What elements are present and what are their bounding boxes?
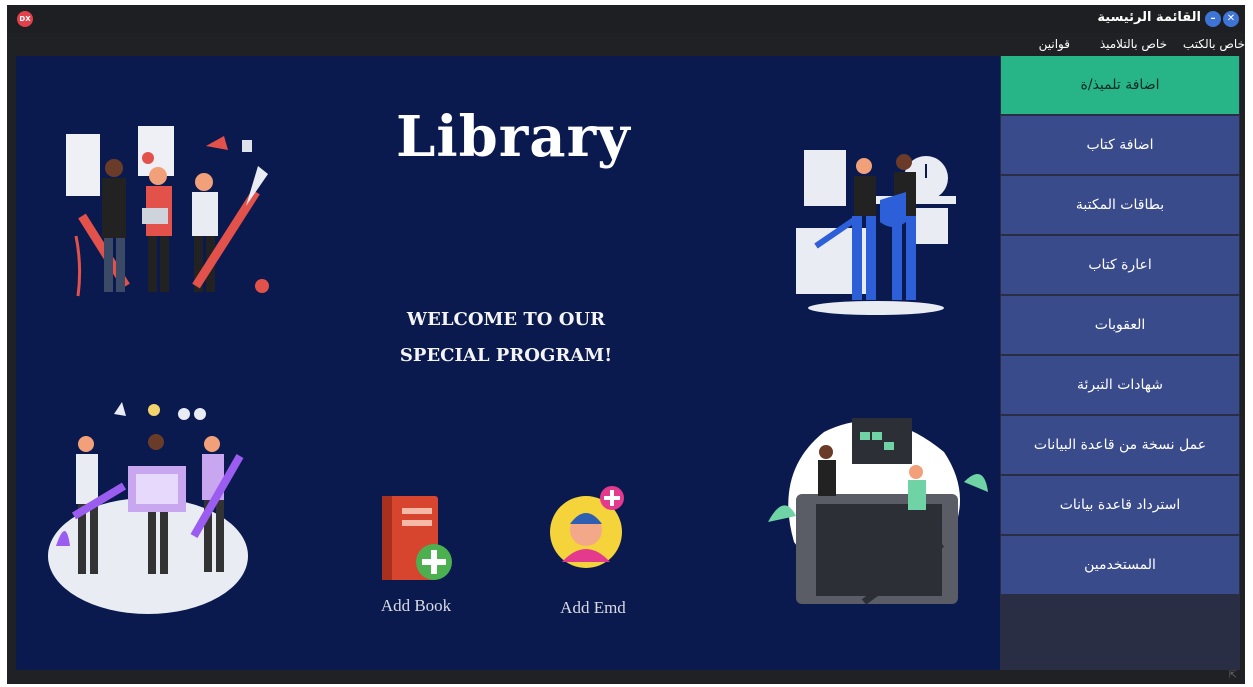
close-button[interactable]: ✕ (1223, 11, 1239, 27)
menu-rules[interactable]: قوانين (1039, 37, 1070, 51)
add-book-icon[interactable] (376, 494, 460, 586)
nav-restore-database[interactable]: استرداد قاعدة بيانات (1001, 476, 1239, 534)
add-book-label[interactable]: Add Book (361, 596, 471, 616)
librarians-illustration (796, 150, 956, 315)
nav-backup-database[interactable]: عمل نسخة من قاعدة البيانات (1001, 416, 1239, 474)
resize-grip-icon[interactable]: ⇱ (1229, 670, 1237, 681)
menu-students[interactable]: خاص بالتلاميذ (1100, 37, 1167, 51)
add-student-icon[interactable] (548, 484, 632, 572)
menu-bar: خاص بالكتب خاص بالتلاميذ قوانين (7, 33, 1245, 55)
nav-library-cards[interactable]: بطاقات المكتبة (1001, 176, 1239, 234)
app-badge-icon[interactable]: DX (17, 11, 33, 27)
nav-users[interactable]: المستخدمين (1001, 536, 1239, 594)
nav-penalties[interactable]: العقوبات (1001, 296, 1239, 354)
welcome-line-1: WELCOME TO OUR (406, 309, 606, 330)
app-title: Library (396, 104, 631, 170)
team-illustration (66, 126, 269, 297)
menu-books[interactable]: خاص بالكتب (1183, 37, 1245, 51)
main-window: DX – ✕ القائمة الرئيسية خاص بالكتب خاص ب… (7, 5, 1245, 684)
welcome-text: WELCOME TO OUR SPECIAL PROGRAM! (376, 302, 636, 374)
main-panel: Library WELCOME TO OUR SPECIAL PROGRAM! (16, 56, 1000, 670)
add-emd-label[interactable]: Add Emd (538, 598, 648, 618)
creative-team-illustration (48, 402, 248, 614)
window-title: القائمة الرئيسية (1097, 10, 1201, 25)
welcome-line-2: SPECIAL PROGRAM! (399, 345, 613, 366)
minimize-button[interactable]: – (1205, 11, 1221, 27)
digital-art-illustration (768, 418, 988, 605)
nav-lend-book[interactable]: اعارة كتاب (1001, 236, 1239, 294)
title-bar: DX – ✕ القائمة الرئيسية (7, 5, 1245, 33)
nav-add-book[interactable]: اضافة كتاب (1001, 116, 1239, 174)
nav-clearance-certificates[interactable]: شهادات التبرئة (1001, 356, 1239, 414)
sidebar: اضافة تلميذ/ة اضافة كتاب بطاقات المكتبة … (1000, 56, 1240, 670)
status-bar: ⇱ (7, 670, 1245, 684)
nav-add-student[interactable]: اضافة تلميذ/ة (1001, 56, 1239, 114)
